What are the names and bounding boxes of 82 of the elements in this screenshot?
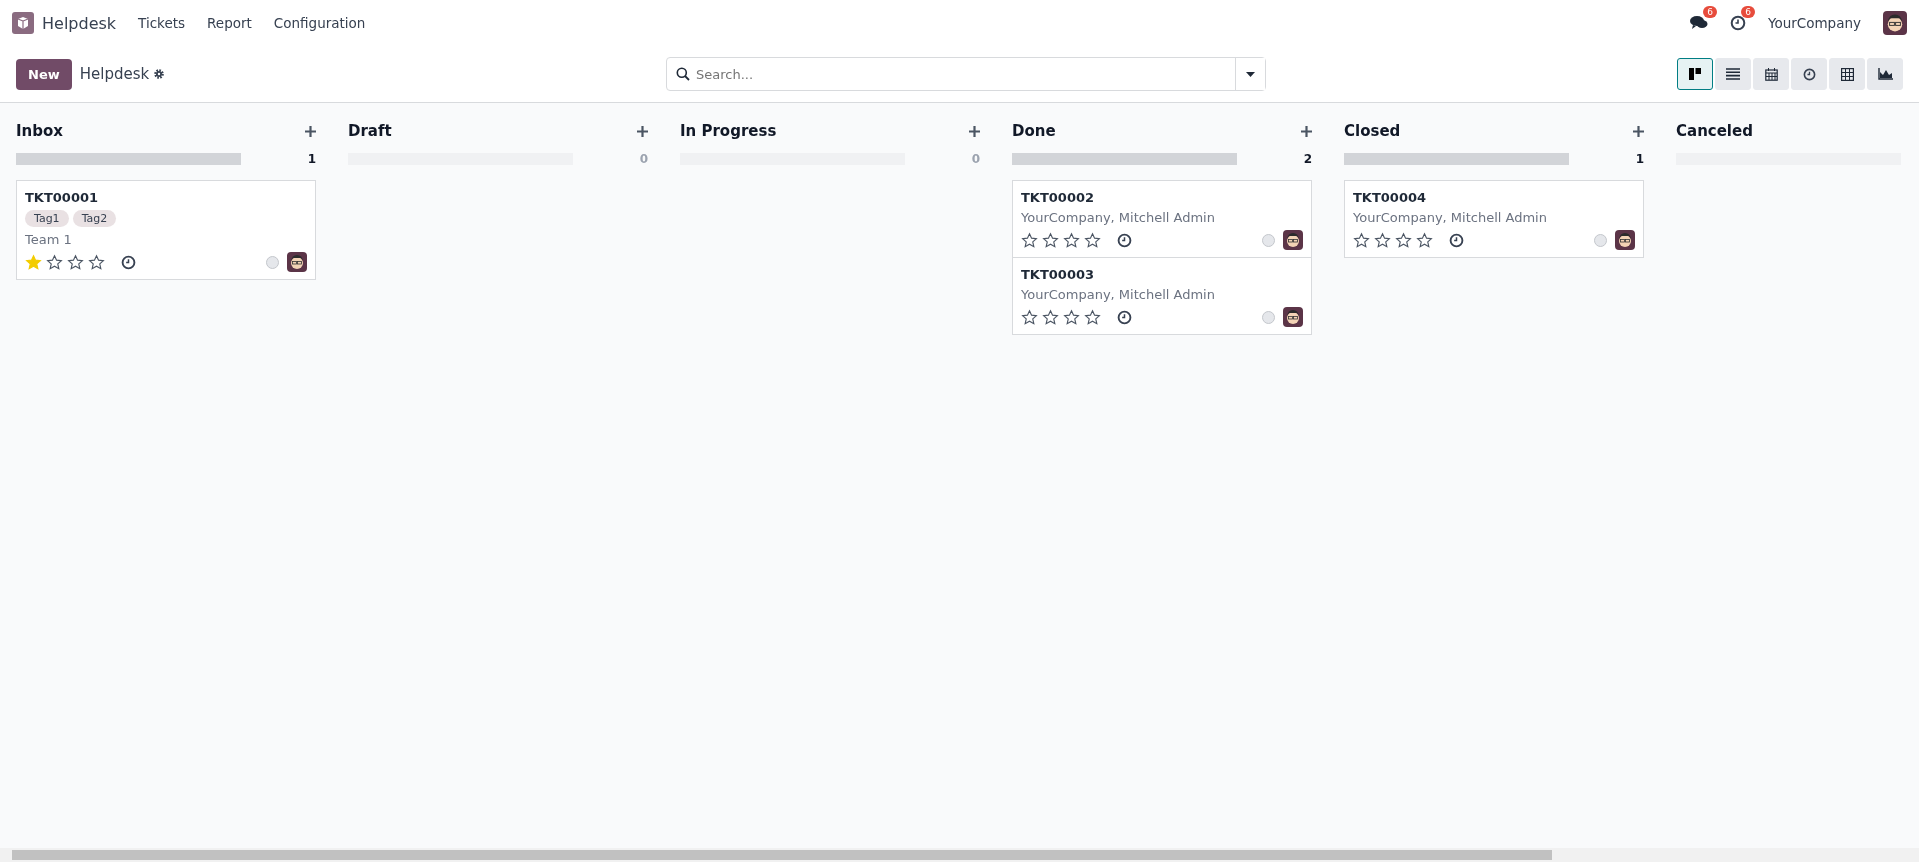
clock-icon[interactable] [1117,232,1132,248]
app-name[interactable]: Helpdesk [42,13,117,33]
table-icon [1840,67,1854,81]
avatar-icon[interactable] [1883,11,1907,35]
star-icon[interactable] [1063,308,1080,326]
breadcrumb: Helpdesk [79,65,150,83]
ticket-reference: TKT00004 [1353,190,1428,205]
clock-icon[interactable] [121,254,136,270]
ticket-card[interactable]: TKT00004 YourCompany, Mitchell Admin [1344,180,1644,258]
status-dot[interactable] [1262,310,1275,324]
activity-view-button[interactable] [1791,58,1827,90]
pivot-view-button[interactable] [1829,58,1865,90]
record-count: 2 [1303,152,1312,166]
search-icon [676,67,690,81]
column-title: Canceled [1676,122,1753,140]
star-icon[interactable] [1416,231,1433,249]
ticket-reference: TKT00002 [1021,190,1096,205]
caret-icon [1246,71,1255,77]
status-dot[interactable] [1262,233,1275,247]
ticket-reference: TKT00001 [25,190,100,205]
customer-name: YourCompany, Mitchell Admin [1021,210,1216,225]
customer-name: YourCompany, Mitchell Admin [1353,210,1548,225]
avatar-icon[interactable] [1615,230,1635,250]
kanban-view-button[interactable] [1677,58,1713,90]
tag: Tag2 [72,210,117,227]
settings-icon[interactable] [153,68,166,80]
record-count: 1 [1635,152,1644,166]
star-icon[interactable] [1395,231,1412,249]
status-dot[interactable] [1594,233,1607,247]
star-icon[interactable] [1042,308,1059,326]
list-view-button[interactable] [1715,58,1751,90]
star-icon[interactable] [1021,231,1038,249]
activity-count-badge: 6 [1741,6,1755,18]
star-icon[interactable] [67,253,84,271]
record-count: 0 [971,152,980,166]
record-count: 0 [639,152,648,166]
team-name: Team 1 [25,232,73,247]
star-icon[interactable] [1084,308,1101,326]
list-icon [1726,68,1740,80]
tag: Tag1 [25,210,69,227]
star-icon[interactable] [1353,231,1370,249]
ticket-card[interactable]: TKT00002 YourCompany, Mitchell Admin [1012,180,1312,258]
record-count: 1 [307,152,316,166]
chat-icon[interactable] [1689,15,1708,31]
column-title: Inbox [16,122,63,140]
calendar-icon [1764,67,1778,81]
ticket-card[interactable]: TKT00001 Tag1 Tag2 Team 1 [16,180,316,280]
star-icon[interactable] [1374,231,1391,249]
avatar-icon[interactable] [287,252,307,272]
avatar-icon[interactable] [1283,230,1303,250]
star-icon[interactable] [88,253,105,271]
ticket-reference: TKT00003 [1021,267,1096,282]
clock-icon[interactable] [1117,309,1132,325]
kanban-icon [1688,67,1702,81]
customer-name: YourCompany, Mitchell Admin [1021,287,1216,302]
app-logo-icon [12,12,34,34]
status-dot[interactable] [266,255,279,269]
company-name[interactable]: YourCompany [1767,15,1861,31]
calendar-view-button[interactable] [1753,58,1789,90]
menu-item[interactable]: Report [207,15,252,31]
clock-icon[interactable] [1729,15,1746,31]
column-title: Draft [348,122,392,140]
new-button[interactable]: New [16,58,72,90]
message-count-badge: 6 [1703,6,1717,18]
horizontal-scrollbar[interactable] [0,848,1919,862]
column-title: Done [1012,122,1056,140]
column-title: Closed [1344,122,1401,140]
star-icon[interactable] [1042,231,1059,249]
clock-icon[interactable] [1802,67,1816,81]
column-title: In Progress [680,122,777,140]
star-icon[interactable] [46,253,63,271]
clock-icon[interactable] [1449,232,1464,248]
star-icon[interactable] [1021,308,1038,326]
area-chart-icon [1877,68,1893,80]
search-options-toggle[interactable] [1235,58,1265,90]
graph-view-button[interactable] [1867,58,1903,90]
star-icon[interactable] [1084,231,1101,249]
ticket-card[interactable]: TKT00003 YourCompany, Mitchell Admin [1012,257,1312,335]
menu-item[interactable]: Tickets [138,15,186,31]
menu-item[interactable]: Configuration [273,15,366,31]
star-icon[interactable] [1063,231,1080,249]
avatar-icon[interactable] [1283,307,1303,327]
